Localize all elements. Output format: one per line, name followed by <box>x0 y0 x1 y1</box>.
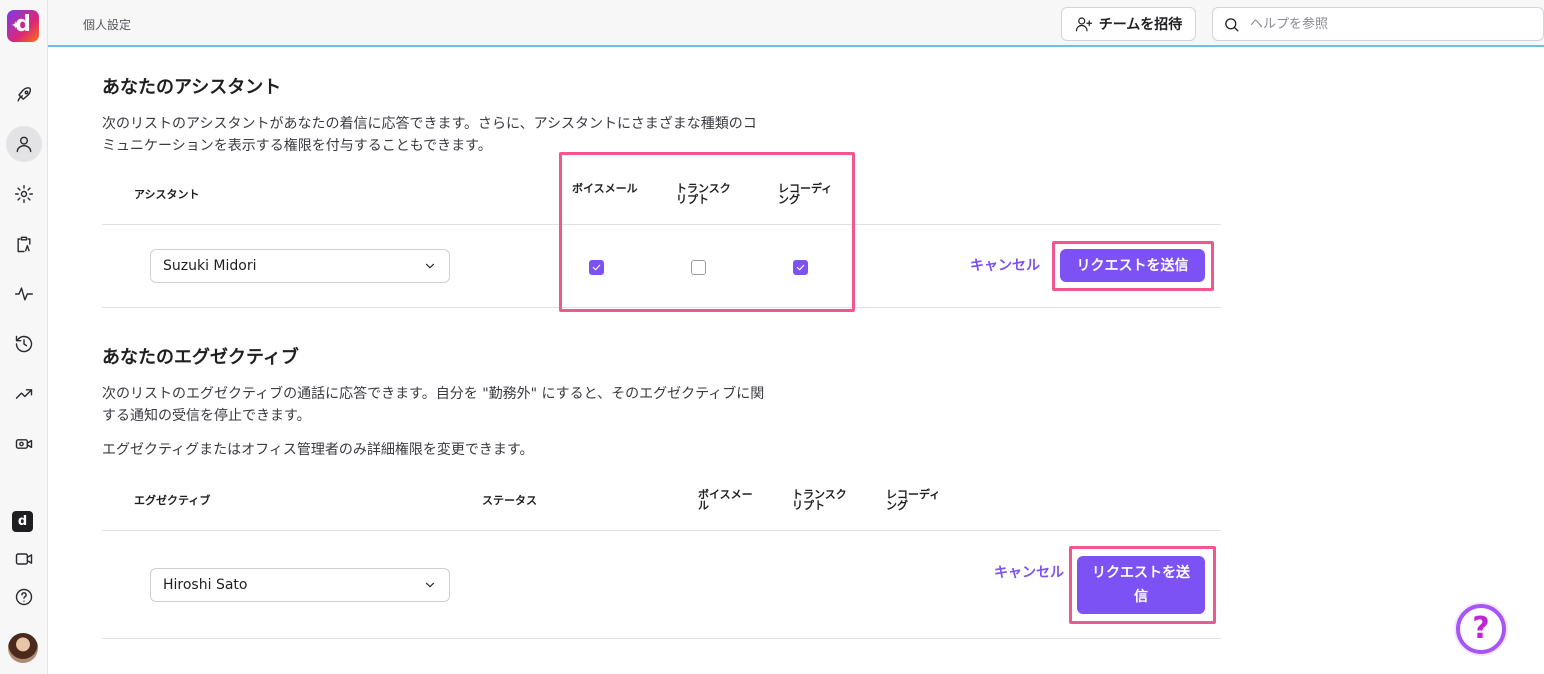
add-user-icon <box>1075 17 1092 32</box>
rocket-icon[interactable] <box>6 77 42 113</box>
col-status: ステータス <box>482 494 537 507</box>
check-icon <box>592 264 601 271</box>
breadcrumb: 個人設定 <box>83 18 132 32</box>
assistant-select[interactable]: Suzuki Midori <box>150 249 450 283</box>
video-icon[interactable] <box>6 541 42 577</box>
gear-icon[interactable] <box>6 176 42 212</box>
table-divider <box>102 307 1221 308</box>
help-circle-icon[interactable] <box>6 579 42 615</box>
invite-team-label: チームを招待 <box>1098 16 1183 32</box>
col-executive: エグゼクティブ <box>134 494 211 507</box>
assistant-cancel-button[interactable]: キャンセル <box>964 254 1046 278</box>
assistant-select-value: Suzuki Midori <box>163 258 257 274</box>
chevron-down-icon <box>425 582 435 588</box>
executives-note: エグゼクティグまたはオフィス管理者のみ詳細権限を変更できます。 <box>102 442 534 458</box>
chevron-down-icon <box>425 263 435 269</box>
video-group-icon[interactable] <box>6 426 42 462</box>
col-transcript: トランスクリプト <box>792 488 847 512</box>
assistant-send-request-button[interactable]: リクエストを送信 <box>1060 249 1205 282</box>
history-icon[interactable] <box>6 326 42 362</box>
transcript-checkbox[interactable] <box>691 260 706 275</box>
table-divider <box>102 224 1221 225</box>
sparkle-icon: ✦ <box>11 19 21 32</box>
user-icon[interactable] <box>6 126 42 162</box>
col-transcript: トランスクリプト <box>676 182 731 206</box>
executive-select[interactable]: Hiroshi Sato <box>150 568 450 602</box>
mini-app-logo[interactable]: d <box>12 511 33 532</box>
table-divider <box>102 638 1221 639</box>
help-search-input[interactable] <box>1250 16 1510 32</box>
assistants-description: 次のリストのアシスタントがあなたの着信に応答できます。さらに、アシスタントにさま… <box>102 116 757 154</box>
check-icon <box>796 264 805 271</box>
clipboard-icon[interactable] <box>6 226 42 262</box>
table-divider <box>102 530 1221 531</box>
col-recording: レコーディング <box>886 488 941 512</box>
left-rail: ✦ d d <box>0 0 48 674</box>
executive-cancel-button[interactable]: キャンセル <box>994 561 1064 586</box>
executive-send-request-button[interactable]: リクエストを送信 <box>1077 556 1205 614</box>
avatar[interactable] <box>8 633 38 663</box>
top-header: 個人設定 チームを招待 <box>48 0 1544 47</box>
col-recording: レコーディング <box>778 182 833 206</box>
recording-checkbox[interactable] <box>793 260 808 275</box>
executive-select-value: Hiroshi Sato <box>163 577 248 593</box>
app-logo[interactable]: ✦ d <box>7 10 39 42</box>
help-fab-button[interactable]: ? <box>1456 604 1506 654</box>
col-voicemail: ボイスメール <box>698 488 753 512</box>
help-search[interactable] <box>1212 7 1544 41</box>
voicemail-checkbox[interactable] <box>589 260 604 275</box>
activity-icon[interactable] <box>6 276 42 312</box>
executives-description: 次のリストのエグゼクティブの通話に応答できます。自分を "勤務外" にすると、そ… <box>102 386 765 424</box>
trending-icon[interactable] <box>6 376 42 412</box>
col-voicemail: ボイスメール <box>572 182 638 195</box>
executives-title: あなたのエグゼクティブ <box>102 347 299 368</box>
assistants-title: あなたのアシスタント <box>102 77 282 98</box>
invite-team-button[interactable]: チームを招待 <box>1061 7 1196 41</box>
col-assistant: アシスタント <box>134 188 200 201</box>
highlight-permissions <box>559 152 855 312</box>
search-icon <box>1225 17 1239 32</box>
